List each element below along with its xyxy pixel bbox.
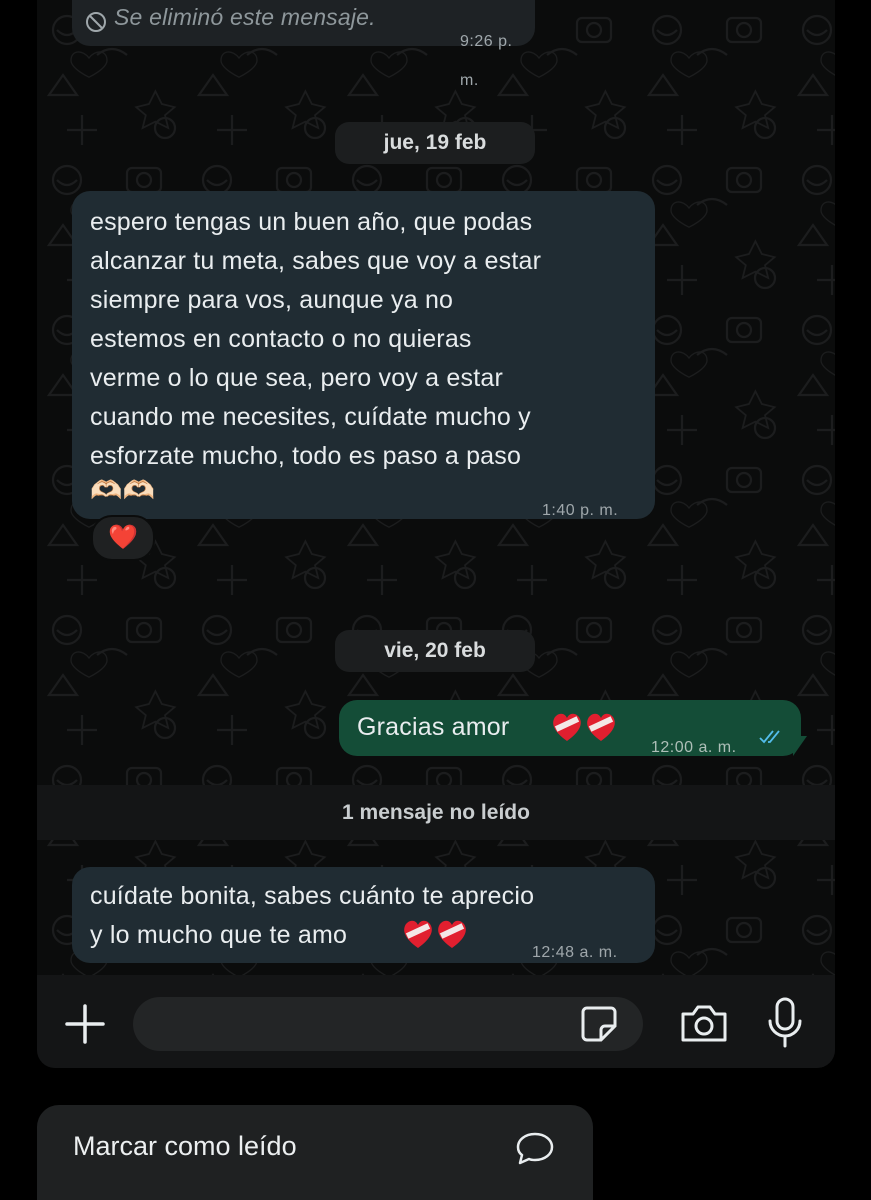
red-heart-emoji: ❤️ <box>108 524 138 551</box>
double-check-icon <box>759 730 780 744</box>
mark-as-read-label: Marcar como leído <box>73 1131 297 1161</box>
camera-icon[interactable] <box>679 1002 729 1046</box>
microphone-icon[interactable] <box>765 997 805 1049</box>
mending-heart-emoji <box>553 713 615 741</box>
unread-messages-banner: 1 mensaje no leído <box>37 785 835 840</box>
message-input-bar <box>37 975 835 1068</box>
date-separator: jue, 19 feb <box>335 122 535 164</box>
outgoing-message-bubble[interactable]: Gracias amor 12:00 a. m. <box>339 700 801 756</box>
mending-heart-emoji <box>404 920 466 948</box>
context-menu: Marcar como leído <box>37 1105 593 1200</box>
sticker-icon[interactable] <box>579 1004 619 1044</box>
outgoing-message-text: Gracias amor <box>357 713 510 741</box>
incoming-message-bubble[interactable]: cuídate bonita, sabes cuánto te aprecio … <box>72 867 655 963</box>
chat-area[interactable]: Se eliminó este mensaje. 9:26 p. m. jue,… <box>37 0 835 1068</box>
date-separator: vie, 20 feb <box>335 630 535 672</box>
incoming-message-text: espero tengas un buen año, que podas alc… <box>90 208 542 470</box>
incoming-message-bubble[interactable]: espero tengas un buen año, que podas alc… <box>72 191 655 519</box>
deleted-message-bubble[interactable]: Se eliminó este mensaje. 9:26 p. m. <box>72 0 535 89</box>
incoming-message-time: 12:48 a. m. <box>532 944 618 961</box>
deleted-message-time: 9:26 p. m. <box>460 33 513 89</box>
chat-bubble-icon <box>516 1132 554 1165</box>
incoming-message-time: 1:40 p. m. <box>542 502 619 519</box>
message-input[interactable] <box>133 997 643 1051</box>
outgoing-message-time: 12:00 a. m. <box>651 739 737 756</box>
plus-icon[interactable] <box>63 1002 107 1046</box>
reaction-badge[interactable]: ❤️ <box>91 515 155 561</box>
deleted-message-text: Se eliminó este mensaje. <box>114 4 376 30</box>
bubble-tail <box>793 736 807 756</box>
heart-hands-emoji: 🫶🏻🫶🏻 <box>90 475 156 505</box>
deleted-icon <box>86 12 106 32</box>
mark-as-read-item[interactable]: Marcar como leído <box>37 1105 593 1200</box>
